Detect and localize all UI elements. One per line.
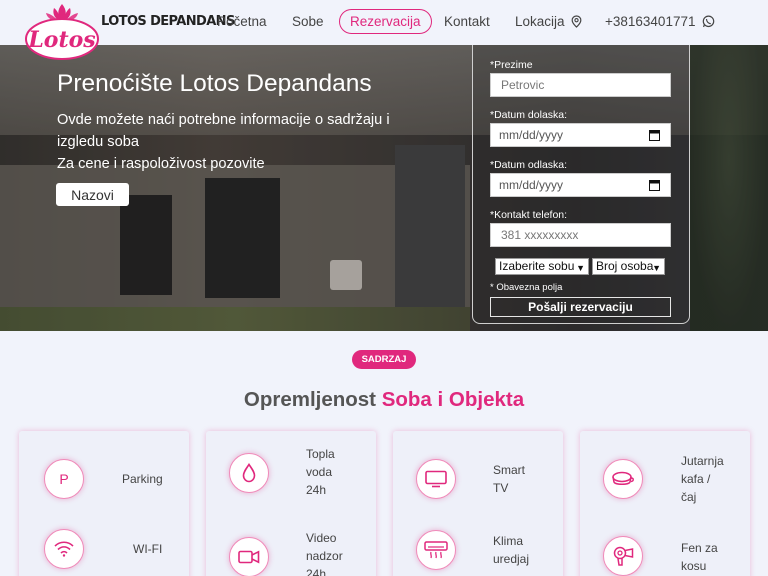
feature-label-line: uredjaj [493,552,530,566]
feature-label-line: TV [493,481,509,495]
calendar-icon[interactable] [649,179,660,191]
section-title-plain: Opremljenost [243,388,382,411]
departure-date-input[interactable]: mm/dd/yyyy [490,173,671,197]
feature-label-line: Klima [493,534,524,548]
feature-label-line: Smart [493,463,526,477]
feature-label: Smart TV [493,461,525,497]
hero-subtitle: Ovde možete naći potrebne informacije o … [57,109,402,175]
phone-input[interactable]: 381 xxxxxxxxx [490,223,671,247]
nav-phone[interactable]: +38163401771 [605,14,715,29]
feature-label-line: Fen za [681,541,718,555]
nav-home[interactable]: Početna [217,14,267,29]
chevron-down-icon: ▼ [652,263,661,273]
feature-label-line: Jutarnja [681,454,724,468]
lotos-logo[interactable]: Lotos [24,2,100,60]
feature-label-line: kosu [681,559,707,573]
whatsapp-icon [702,15,715,28]
required-fields-note: * Obavezna polja [490,282,563,293]
section-title-accent: Soba i Objekta [381,388,525,411]
arrival-date-input[interactable]: mm/dd/yyyy [490,123,671,147]
video-camera-icon [229,537,269,576]
feature-label: Video nadzor 24h [306,529,343,576]
call-button[interactable]: Nazovi [56,183,129,206]
logo-text: Lotos [27,27,95,53]
section-badge: SADRZAJ [352,350,416,369]
section-title: Opremljenost Soba i Objekta [0,388,768,412]
coffee-cup-icon [603,459,643,499]
nav-rooms[interactable]: Sobe [292,14,324,29]
hero-title: Prenoćište Lotos Depandans [57,70,372,97]
brand-name: LOTOS DEPANDANS [101,14,235,29]
surname-label: *Prezime [490,59,533,71]
navbar: Lotos LOTOS DEPANDANS Početna Sobe Rezer… [0,0,768,60]
feature-label: Fen za kosu [681,539,718,575]
nav-location-label: Lokacija [515,14,565,29]
arrival-date-value: mm/dd/yyyy [499,128,564,142]
persons-select[interactable]: Broj osoba ▼ [592,258,665,275]
feature-label: Klima uredjaj [493,532,529,568]
submit-reservation-button[interactable]: Pošalji rezervaciju [490,297,671,317]
surname-input[interactable]: Petrovic [490,73,671,97]
feature-label-line: Video [306,531,337,545]
feature-label-line: 24h [306,483,327,497]
wifi-icon [44,529,84,569]
feature-label: Topla voda 24h [306,445,335,499]
feature-label-line: nadzor [306,549,343,563]
departure-date-value: mm/dd/yyyy [499,178,564,192]
air-conditioner-icon [416,530,456,570]
feature-label: WI-FI [133,542,163,556]
feature-label-line: kafa / [681,472,711,486]
feature-label-line: voda [306,465,333,479]
feature-label-line: Topla [306,447,335,461]
nav-phone-label: +38163401771 [605,14,696,29]
hero-subtitle-line: Ovde možete naći potrebne informacije o … [57,112,390,150]
departure-date-label: *Datum odlaska: [490,159,568,171]
feature-label-line: 24h [306,567,327,576]
arrival-date-label: *Datum dolaska: [490,109,568,121]
parking-icon: P [44,459,84,499]
phone-label: *Kontakt telefon: [490,209,568,221]
nav-contact[interactable]: Kontakt [444,14,490,29]
calendar-icon[interactable] [649,129,660,141]
tv-icon [416,459,456,499]
room-select-value: Izaberite sobu [499,259,575,273]
persons-select-value: Broj osoba [596,259,654,273]
water-drop-icon [229,453,269,493]
nav-location[interactable]: Lokacija [515,14,582,29]
feature-label: Parking [122,472,163,486]
chevron-down-icon: ▼ [576,263,585,273]
room-select[interactable]: Izaberite sobu ▼ [495,258,589,275]
feature-label: Jutarnja kafa / čaj [681,452,724,506]
hero-subtitle-line: Za cene i raspoloživost pozovite [57,156,265,172]
feature-label-line: čaj [681,490,697,504]
hair-dryer-icon [603,536,643,576]
nav-reservation[interactable]: Rezervacija [339,9,432,34]
parking-letter: P [59,471,69,487]
map-pin-icon [571,15,582,28]
